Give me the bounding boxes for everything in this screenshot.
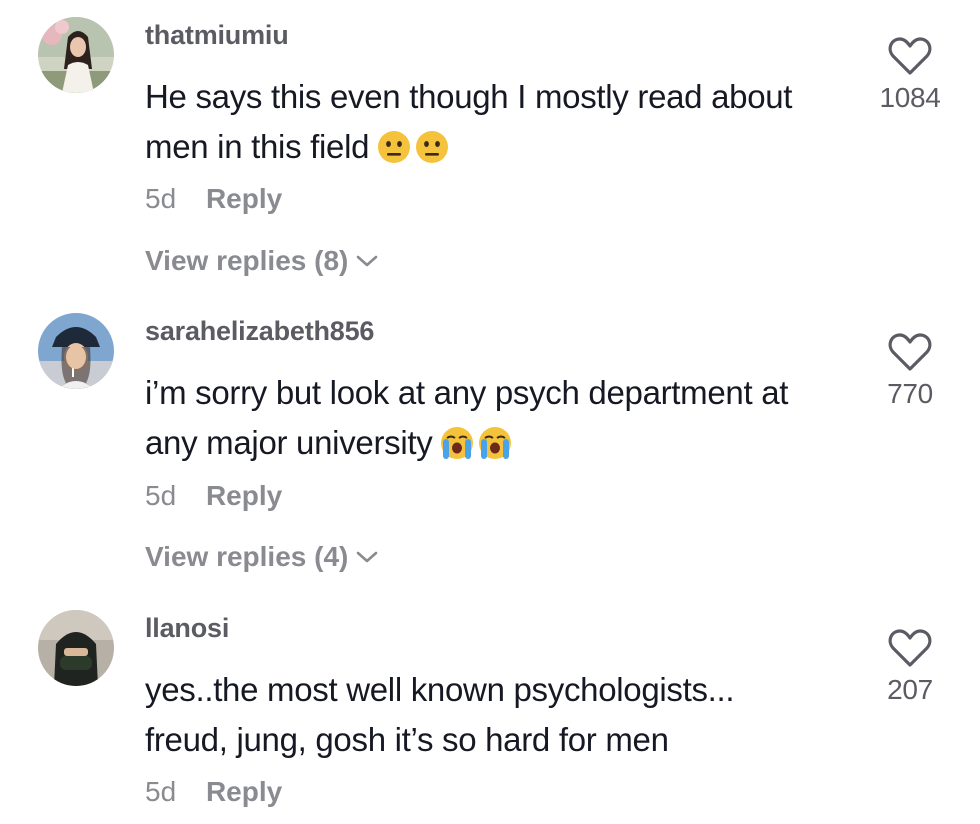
view-replies-label: View replies (8) xyxy=(145,245,349,276)
emoji-group xyxy=(440,426,512,460)
comment-text: i’m sorry but look at any psych departme… xyxy=(145,368,865,468)
comment-text-line: freud, jung, gosh it’s so hard for men xyxy=(145,721,669,758)
comment-meta: 5d Reply xyxy=(145,480,282,512)
chevron-down-icon xyxy=(357,551,378,563)
comment-text: He says this even though I mostly read a… xyxy=(145,72,865,172)
reply-button[interactable]: Reply xyxy=(206,480,282,511)
emoji-group xyxy=(377,130,449,164)
avatar[interactable] xyxy=(38,313,114,389)
username[interactable]: llanosi xyxy=(145,613,229,644)
like-count: 770 xyxy=(887,378,933,409)
comment-text-line: men in this field xyxy=(145,122,865,172)
comment-text-line: He says this even though I mostly read a… xyxy=(145,78,793,115)
comment-text: yes..the most well known psychologists..… xyxy=(145,665,865,765)
view-replies-label: View replies (4) xyxy=(145,541,349,572)
view-replies-button[interactable]: View replies (8) xyxy=(145,245,380,277)
loudly-crying-face-emoji xyxy=(479,427,512,459)
comment-text-line: i’m sorry but look at any psych departme… xyxy=(145,374,789,411)
neutral-face-emoji xyxy=(378,131,411,163)
username[interactable]: thatmiumiu xyxy=(145,20,289,51)
view-replies-button[interactable]: View replies (4) xyxy=(145,541,380,573)
comment-meta: 5d Reply xyxy=(145,183,282,215)
loudly-crying-face-emoji xyxy=(441,427,474,459)
neutral-face-emoji xyxy=(416,131,449,163)
heart-icon xyxy=(888,333,932,371)
comment-text-line: yes..the most well known psychologists..… xyxy=(145,671,735,708)
heart-icon xyxy=(888,37,932,75)
reply-button[interactable]: Reply xyxy=(206,776,282,807)
avatar[interactable] xyxy=(38,17,114,93)
comment-text-line: any major university xyxy=(145,418,865,468)
heart-icon xyxy=(888,629,932,667)
like-count: 1084 xyxy=(879,82,941,113)
avatar[interactable] xyxy=(38,610,114,686)
reply-button[interactable]: Reply xyxy=(206,183,282,214)
comment-text-line-2: any major university xyxy=(145,424,433,461)
like-button[interactable]: 1084 xyxy=(870,36,950,114)
like-button[interactable]: 207 xyxy=(870,628,950,706)
like-count: 207 xyxy=(887,674,933,705)
timestamp: 5d xyxy=(145,776,177,807)
timestamp: 5d xyxy=(145,183,177,214)
timestamp: 5d xyxy=(145,480,177,511)
chevron-down-icon xyxy=(357,255,378,267)
comment-text-line-2: men in this field xyxy=(145,128,370,165)
username[interactable]: sarahelizabeth856 xyxy=(145,316,374,347)
like-button[interactable]: 770 xyxy=(870,332,950,410)
comment-meta: 5d Reply xyxy=(145,776,282,808)
